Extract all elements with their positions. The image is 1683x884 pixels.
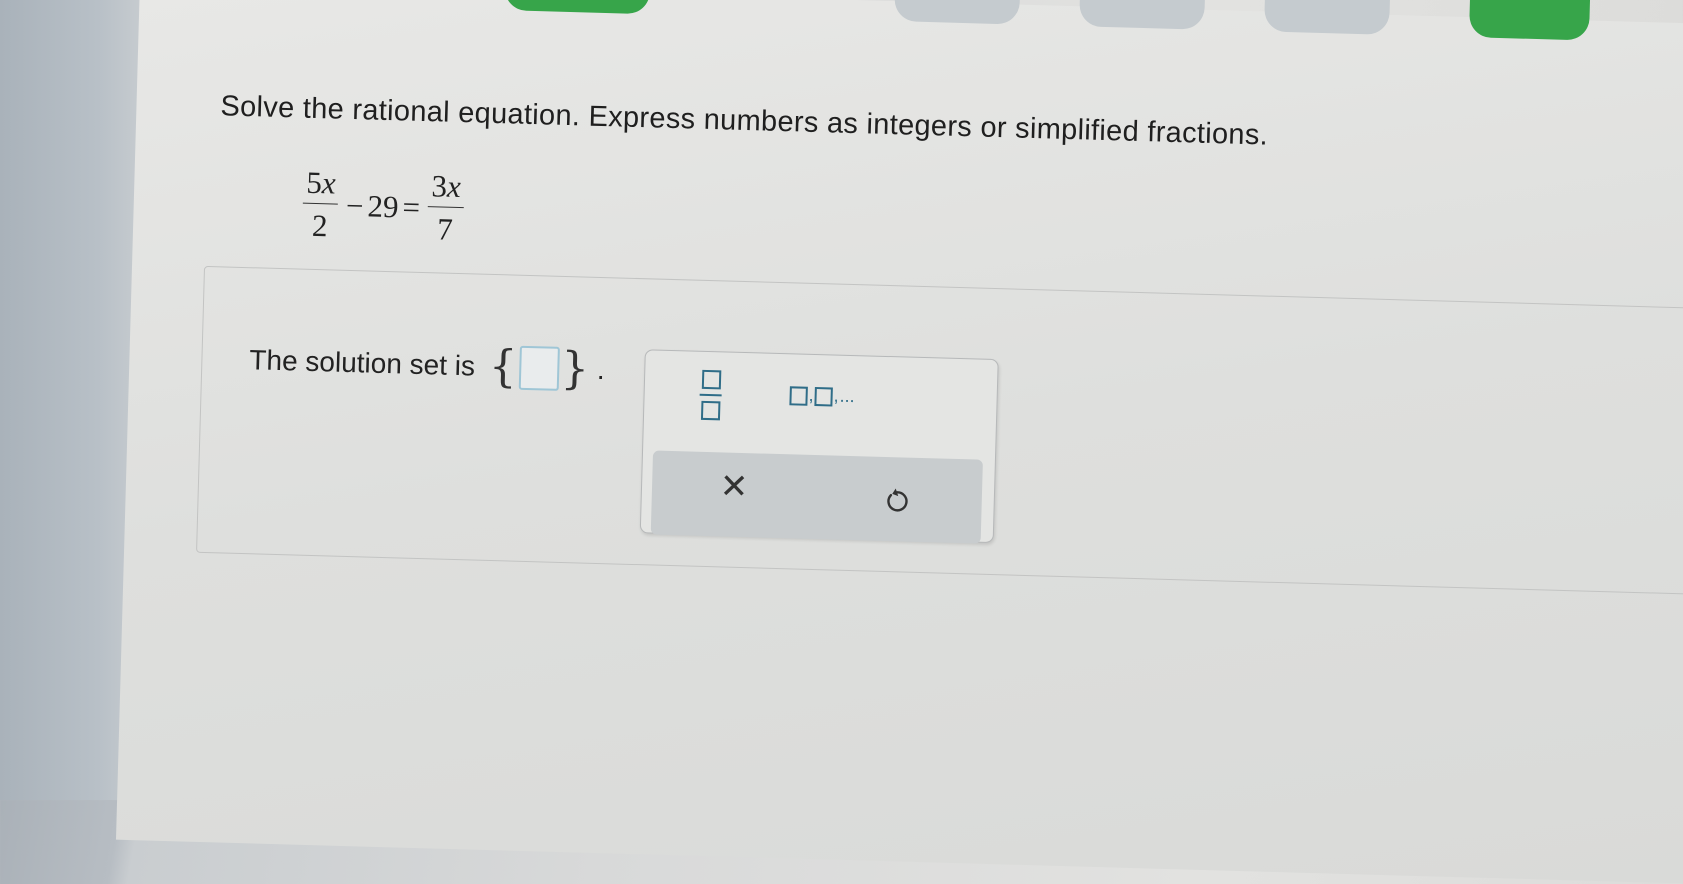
fraction-bar-icon [699, 393, 722, 397]
right-fraction: 3x 7 [427, 168, 465, 248]
question-instruction: Solve the rational equation. Express num… [220, 90, 1269, 152]
equals-sign: = [402, 188, 421, 225]
right-numerator-coefficient: 3 [431, 168, 448, 204]
denominator-box-icon [700, 400, 720, 421]
close-icon: ✕ [719, 467, 749, 507]
fraction-template-button[interactable] [696, 369, 725, 423]
nav-tab-4[interactable] [1264, 0, 1391, 35]
clear-button[interactable]: ✕ [714, 466, 755, 507]
right-numerator-variable: x [446, 168, 462, 205]
solution-set-label: The solution set is [249, 344, 476, 382]
close-brace: } [560, 342, 590, 395]
nav-tab-3[interactable] [1079, 0, 1206, 30]
sentence-period: . [596, 353, 606, 386]
numerator-box-icon [701, 369, 721, 390]
list-comma: , [808, 384, 814, 405]
nav-tab-1[interactable] [504, 0, 651, 15]
constant-term: 29 [367, 187, 400, 224]
list-box-icon [789, 386, 808, 406]
palette-action-bar: ✕ [650, 450, 983, 544]
right-denominator: 7 [436, 211, 454, 247]
list-comma: , [833, 385, 839, 406]
list-box-icon [814, 387, 833, 407]
question-page: Solve the rational equation. Express num… [115, 0, 1683, 884]
left-numerator-coefficient: 5 [305, 164, 323, 201]
rational-equation: 5x 2 − 29 = 3x 7 [298, 164, 469, 249]
open-brace: { [488, 340, 518, 393]
solution-answer-input[interactable] [518, 345, 560, 391]
math-input-palette: , , ... ✕ [639, 349, 999, 544]
nav-tab-2[interactable] [894, 0, 1021, 25]
left-denominator: 2 [311, 207, 329, 244]
list-ellipsis: ... [839, 385, 855, 407]
minus-sign: − [345, 187, 365, 223]
nav-tab-current[interactable] [1468, 0, 1591, 41]
left-margin-strip [0, 0, 140, 800]
left-numerator-variable: x [321, 165, 337, 201]
undo-icon [887, 488, 908, 512]
left-fraction: 5x 2 [302, 164, 340, 245]
list-template-button[interactable]: , , ... [789, 384, 855, 407]
undo-button[interactable] [876, 481, 917, 522]
